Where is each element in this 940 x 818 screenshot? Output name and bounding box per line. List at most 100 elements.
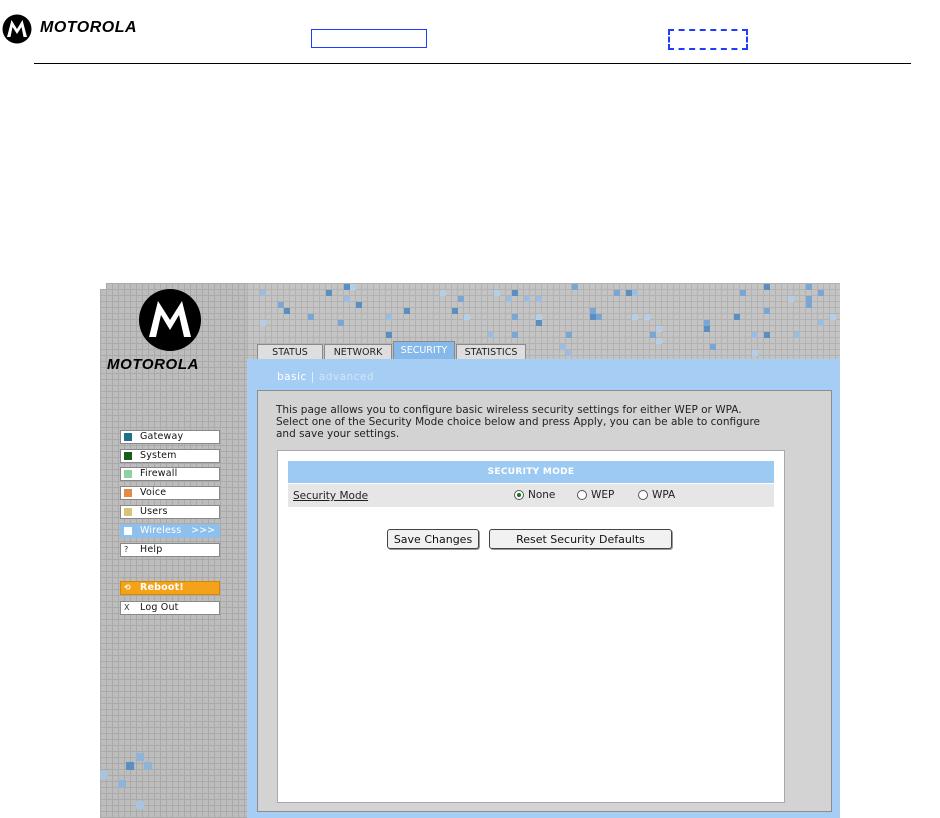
decor-square <box>752 332 758 338</box>
radio-wep[interactable]: WEP <box>577 489 614 501</box>
decor-square <box>386 314 392 320</box>
intro-line-1: This page allows you to configure basic … <box>276 404 742 416</box>
tab-status[interactable]: STATUS <box>257 344 323 359</box>
decor-square <box>764 308 770 314</box>
decor-square <box>788 296 794 302</box>
decor-square <box>386 332 392 338</box>
menu-item-voice[interactable]: Voice <box>120 486 220 500</box>
menu-item-help-label: Help <box>140 544 163 555</box>
decor-square <box>512 290 518 296</box>
tab-statistics[interactable]: STATISTICS <box>456 344 526 359</box>
decor-square <box>632 290 638 296</box>
decor-square <box>260 290 266 296</box>
decor-square <box>764 332 770 338</box>
decor-square <box>656 326 662 332</box>
menu-item-help[interactable]: ? Help <box>120 543 220 557</box>
menu-item-voice-label: Voice <box>140 487 167 498</box>
decor-square <box>644 314 650 320</box>
radio-none-dot[interactable] <box>514 490 524 500</box>
decor-square <box>136 753 144 761</box>
decor-square <box>494 290 500 296</box>
decor-square <box>452 308 458 314</box>
decor-square <box>136 801 144 809</box>
decor-square <box>566 350 572 356</box>
doc-dashed-box <box>668 29 748 50</box>
decor-square <box>566 332 572 338</box>
decor-square <box>440 290 446 296</box>
gateway-swatch-icon <box>124 433 132 441</box>
decor-square <box>740 290 746 296</box>
decor-square <box>100 283 106 289</box>
menu-item-users[interactable]: Users <box>120 505 220 519</box>
decor-square <box>572 284 578 290</box>
decor-square <box>404 308 410 314</box>
decor-square <box>794 332 800 338</box>
settings-panel: This page allows you to configure basic … <box>257 390 832 812</box>
menu-item-system[interactable]: System <box>120 449 220 463</box>
decor-square <box>512 332 518 338</box>
menu-item-firewall-label: Firewall <box>140 468 178 479</box>
decor-square <box>506 296 512 302</box>
decor-square <box>260 320 266 326</box>
wireless-arrow-icon: >>> <box>191 525 215 536</box>
radio-wep-dot[interactable] <box>577 490 587 500</box>
decor-square <box>344 284 350 290</box>
logout-button[interactable]: X Log Out <box>120 601 220 615</box>
decor-square <box>284 308 290 314</box>
menu-item-wireless-label: Wireless <box>140 525 182 536</box>
ui-brand-name: MOTOROLA <box>107 356 200 373</box>
decor-square <box>536 296 542 302</box>
wireless-swatch-icon <box>124 527 132 535</box>
decor-square <box>464 314 470 320</box>
decor-square <box>338 320 344 326</box>
decor-square <box>350 284 356 290</box>
decor-square <box>144 762 152 770</box>
decor-square <box>710 344 716 350</box>
decor-square <box>524 296 530 302</box>
menu-item-gateway[interactable]: Gateway <box>120 430 220 444</box>
intro-line-3: and save your settings. <box>276 428 400 440</box>
subnav-separator: | <box>310 371 315 383</box>
decor-square <box>818 320 824 326</box>
decor-square <box>818 290 824 296</box>
menu-item-gateway-label: Gateway <box>140 431 184 442</box>
decor-square <box>764 284 770 290</box>
reset-security-defaults-button[interactable]: Reset Security Defaults <box>489 529 672 549</box>
motorola-logo-icon <box>2 14 32 44</box>
save-changes-button[interactable]: Save Changes <box>387 529 479 549</box>
decor-square <box>536 320 542 326</box>
radio-none[interactable]: None <box>514 489 555 501</box>
radio-none-label: None <box>528 489 556 501</box>
reboot-label: Reboot! <box>140 582 184 593</box>
menu-item-users-label: Users <box>140 506 168 517</box>
security-mode-label[interactable]: Security Mode <box>293 490 368 502</box>
decor-square <box>126 762 134 770</box>
content-box: SECURITY MODE Security Mode None WEP WPA… <box>277 450 785 803</box>
decor-square <box>596 314 602 320</box>
decor-square <box>356 302 362 308</box>
menu-item-wireless[interactable]: Wireless >>> <box>120 524 220 538</box>
decor-square <box>704 326 710 332</box>
decor-square <box>118 780 126 788</box>
decor-square <box>734 314 740 320</box>
tab-security[interactable]: SECURITY <box>393 341 455 359</box>
decor-square <box>806 284 812 290</box>
radio-wpa[interactable]: WPA <box>638 489 675 501</box>
menu-item-system-label: System <box>140 450 177 461</box>
doc-brand-name: MOTOROLA <box>40 19 138 36</box>
voice-swatch-icon <box>124 489 132 497</box>
decor-square <box>100 771 108 779</box>
subnav-advanced[interactable]: advanced <box>319 371 374 383</box>
radio-wpa-dot[interactable] <box>638 490 648 500</box>
decor-square <box>326 290 332 296</box>
tab-network[interactable]: NETWORK <box>324 344 392 359</box>
motorola-batwing-icon <box>139 289 201 351</box>
firewall-swatch-icon <box>124 470 132 478</box>
radio-wep-label: WEP <box>591 489 615 501</box>
system-swatch-icon <box>124 452 132 460</box>
subnav-basic[interactable]: basic <box>277 371 307 383</box>
reboot-button[interactable]: ⟲ Reboot! <box>120 581 220 595</box>
subnav: basic | advanced <box>277 371 374 383</box>
menu-item-firewall[interactable]: Firewall <box>120 467 220 481</box>
doc-header-rule <box>34 63 911 64</box>
